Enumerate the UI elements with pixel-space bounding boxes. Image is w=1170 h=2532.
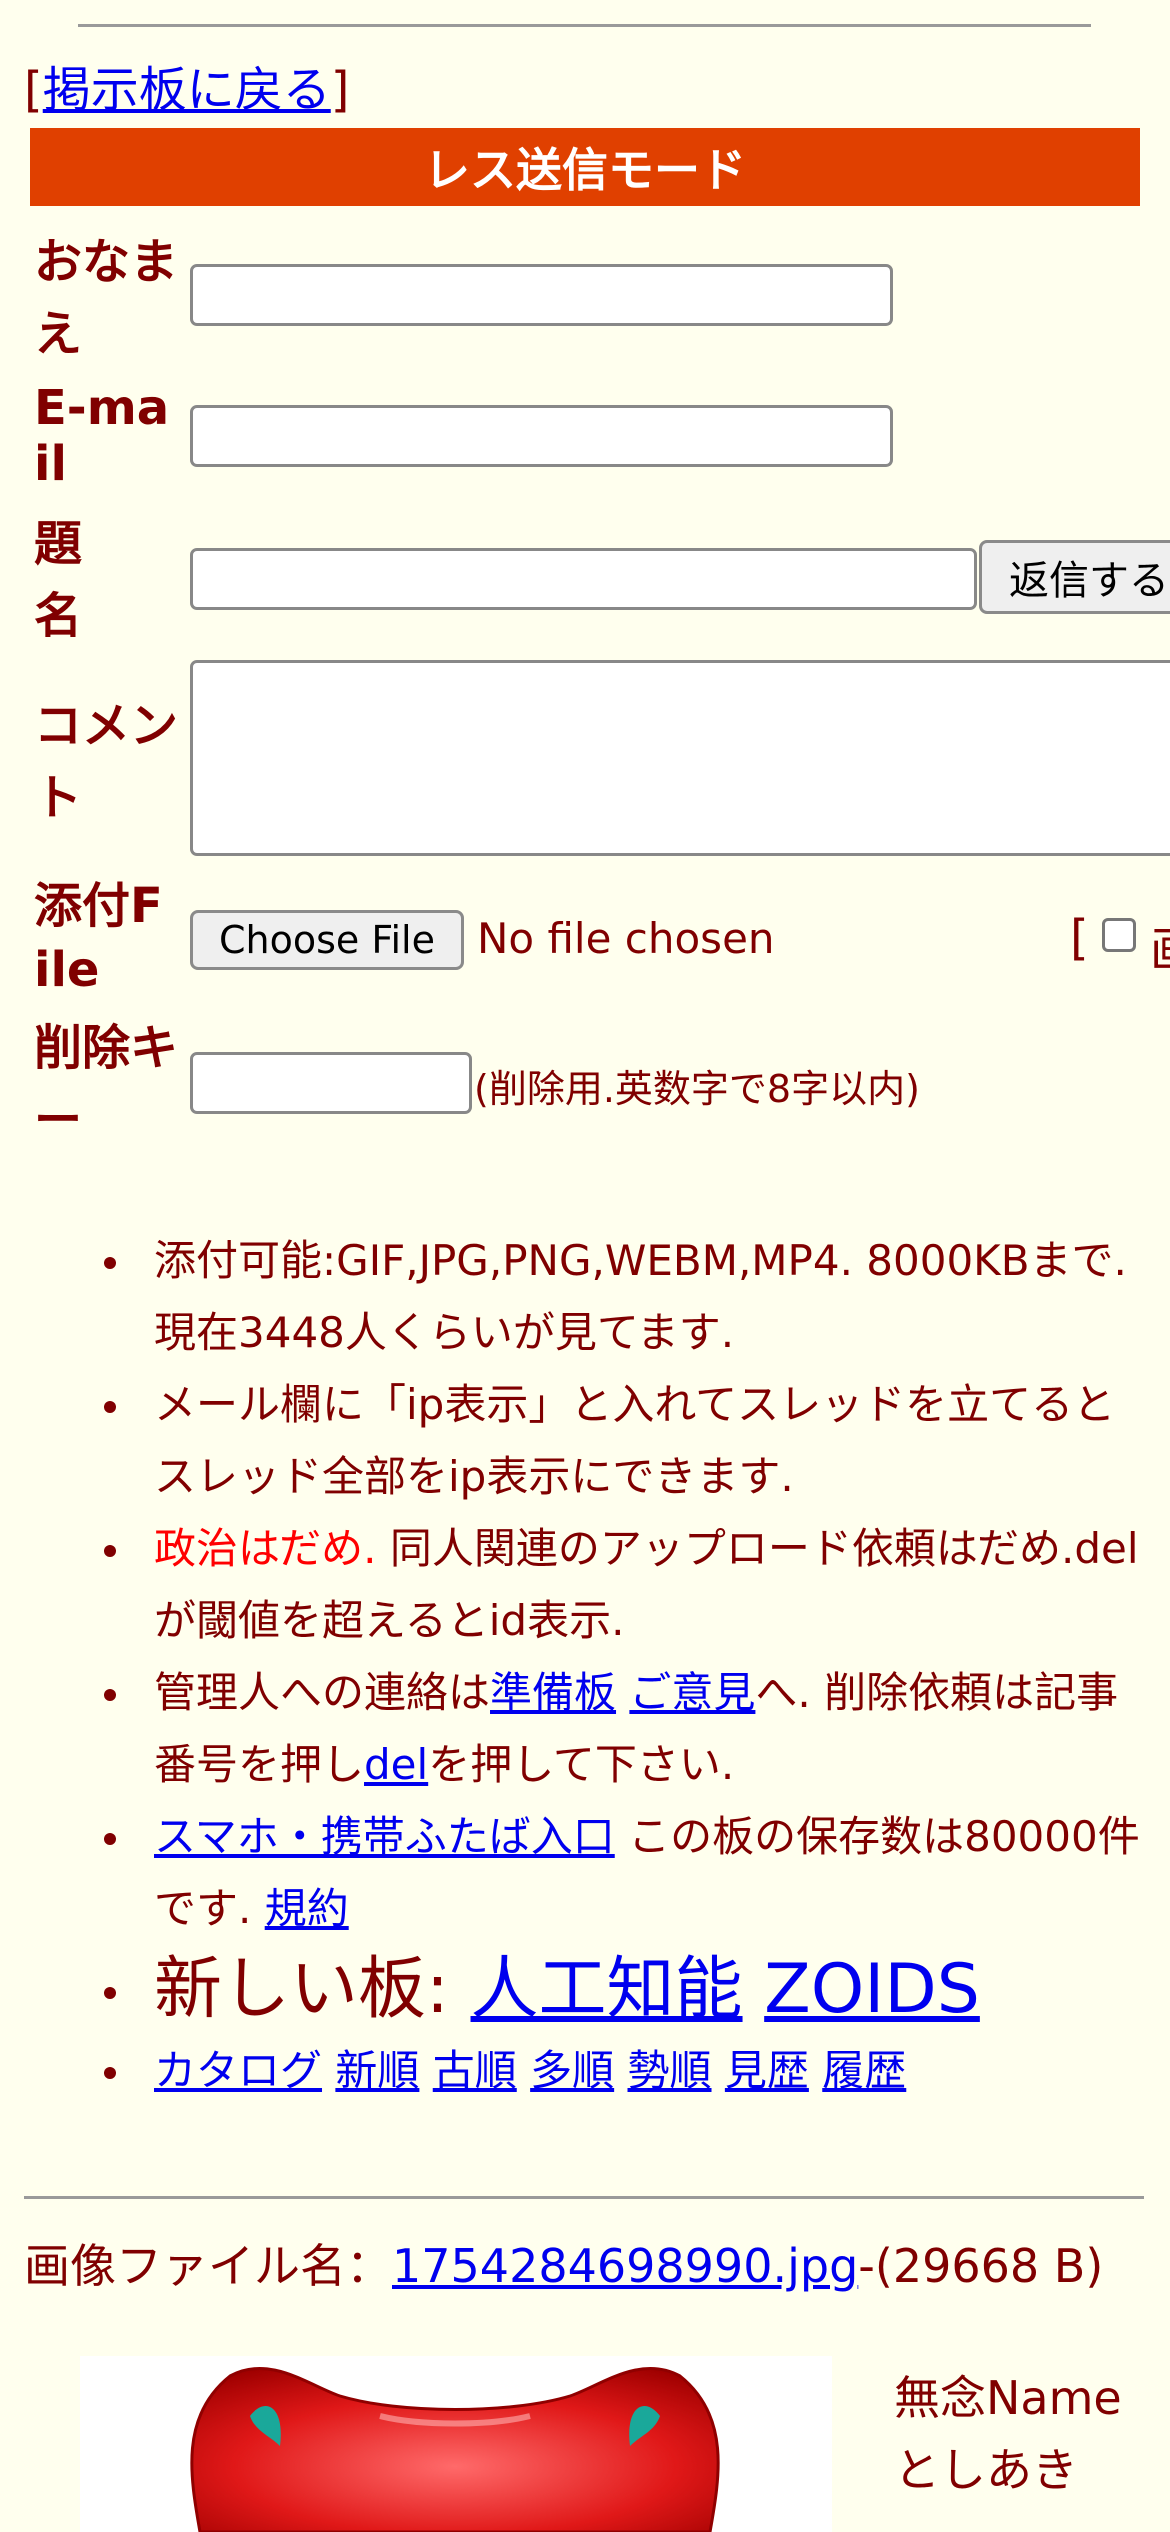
nav-history-link[interactable]: 履歴 (822, 2046, 906, 2095)
name-input[interactable] (190, 264, 893, 326)
image-file-link[interactable]: 1754284698990.jpg (392, 2239, 858, 2293)
post-subject-name: 無念Name (894, 2362, 1122, 2434)
image-option-label: 画 (1150, 910, 1170, 980)
note-upload-limits: 添付可能:GIF,JPG,PNG,WEBM,MP4. 8000KBまで. 現在3… (104, 1225, 1156, 1369)
terms-link[interactable]: 規約 (265, 1884, 349, 1933)
file-size-text: -(29668 B) (858, 2239, 1104, 2293)
delete-key-input[interactable] (190, 1052, 472, 1114)
note-nav: カタログ 新順 古順 多順 勢順 見歴 履歴 (104, 2035, 1156, 2107)
nav-newest-link[interactable]: 新順 (335, 2046, 419, 2095)
board-notes-list: 添付可能:GIF,JPG,PNG,WEBM,MP4. 8000KBまで. 現在3… (96, 1225, 1156, 2107)
post-author: としあき (894, 2443, 1078, 2497)
note-text: 添付可能:GIF,JPG,PNG,WEBM,MP4. 8000KBまで. 現在3… (154, 1236, 1127, 1357)
politics-warning: 政治はだめ. (154, 1524, 377, 1573)
note-text: メール欄に「ip表示」と入れてスレッドを立てるとスレッド全部をip表示にできます… (154, 1380, 1116, 1501)
top-divider (78, 24, 1091, 27)
del-link[interactable]: del (364, 1740, 428, 1789)
post-name: Name (986, 2371, 1122, 2425)
note-ip-display: メール欄に「ip表示」と入れてスレッドを立てるとスレッド全部をip表示にできます… (104, 1369, 1156, 1513)
zoids-board-link[interactable]: ZOIDS (764, 1950, 980, 2029)
delete-key-hint: (削除用.英数字で8字以内) (474, 1067, 920, 1111)
email-input[interactable] (190, 405, 893, 467)
new-boards-label: 新しい板: (154, 1950, 471, 2029)
subject-label: 題名 (34, 516, 83, 644)
post-image-thumbnail[interactable] (80, 2356, 832, 2532)
file-info-prefix: 画像ファイル名： (24, 2239, 392, 2293)
note-text: を押して下さい. (428, 1740, 735, 1789)
nav-most-link[interactable]: 多順 (530, 2046, 614, 2095)
prep-board-link[interactable]: 準備板 (490, 1668, 616, 1717)
nav-oldest-link[interactable]: 古順 (433, 2046, 517, 2095)
note-new-boards: 新しい板: 人工知能 ZOIDS (104, 1945, 1156, 2035)
reply-submit-button[interactable]: 返信する (979, 540, 1170, 614)
note-sep (616, 1668, 629, 1717)
file-label: 添付File (34, 878, 163, 998)
post-subject: 無念 (894, 2371, 986, 2425)
mobile-entrance-link[interactable]: スマホ・携帯ふたば入口 (154, 1812, 615, 1861)
name-label: おなまえ (34, 234, 179, 362)
reply-page: [掲示板に戻る] レス送信モード おなまえ E-mail 題名 返信する コメン… (0, 0, 1170, 2532)
note-rules: 政治はだめ. 同人関連のアップロード依頼はだめ.delが閾値を超えるとid表示. (104, 1513, 1156, 1657)
note-contact: 管理人への連絡は準備板 ご意見へ. 削除依頼は記事番号を押しdelを押して下さい… (104, 1657, 1156, 1801)
file-status-text: No file chosen (477, 914, 775, 963)
note-text: 管理人への連絡は (154, 1668, 491, 1717)
comment-label: コメント (34, 698, 179, 826)
nav-viewed-link[interactable]: 見歴 (725, 2046, 809, 2095)
back-to-board-link[interactable]: 掲示板に戻る (43, 62, 331, 118)
ai-board-link[interactable]: 人工知能 (471, 1950, 743, 2029)
note-mobile: スマホ・携帯ふたば入口 この板の保存数は80000件です. 規約 (104, 1801, 1156, 1945)
reply-mode-banner: レス送信モード (30, 128, 1140, 206)
image-option-checkbox[interactable] (1102, 918, 1136, 952)
email-label: E-mail (34, 380, 170, 492)
bracket-open: [ (24, 62, 43, 118)
nav-momentum-link[interactable]: 勢順 (628, 2046, 712, 2095)
feedback-link[interactable]: ご意見 (629, 1668, 755, 1717)
post-header: 無念Name としあき (894, 2362, 1122, 2506)
bottom-divider (24, 2196, 1144, 2199)
image-file-info: 画像ファイル名：1754284698990.jpg-(29668 B) (24, 2236, 1144, 2296)
bracket-close: ] (330, 62, 350, 118)
delete-key-label: 削除キー (34, 1020, 179, 1148)
red-mask-image (190, 2366, 720, 2532)
comment-textarea[interactable] (190, 660, 1170, 856)
choose-file-button[interactable]: Choose File (190, 910, 464, 970)
subject-input[interactable] (190, 548, 977, 610)
nav-catalog-link[interactable]: カタログ (154, 2046, 322, 2095)
back-link-container: [掲示板に戻る] (24, 60, 349, 120)
image-option-bracket: [ (1070, 910, 1089, 966)
